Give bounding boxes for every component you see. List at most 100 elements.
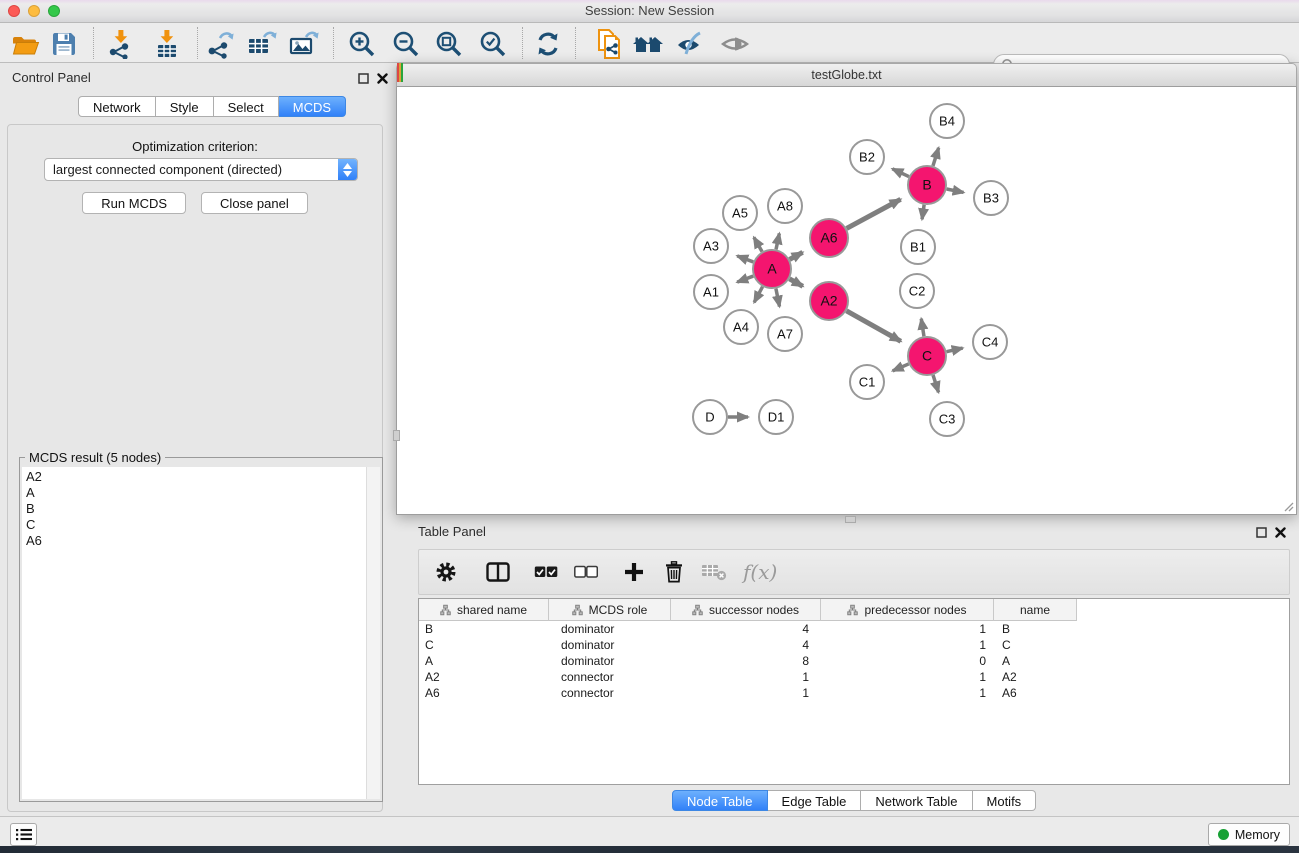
column-header-predecessor-nodes[interactable]: predecessor nodes — [821, 599, 994, 621]
node-table[interactable]: shared nameMCDS rolesuccessor nodesprede… — [418, 598, 1290, 785]
scrollbar[interactable] — [366, 467, 380, 799]
graph-edge-B-B2[interactable] — [892, 169, 909, 177]
table-settings-gear-icon[interactable] — [433, 559, 459, 585]
new-network-from-selection-icon[interactable] — [594, 28, 626, 60]
deselect-all-columns-icon[interactable] — [573, 559, 599, 585]
zoom-in-icon[interactable] — [346, 28, 378, 60]
graph-node-B2[interactable]: B2 — [850, 140, 884, 174]
graph-edge-A-A5[interactable] — [754, 237, 762, 251]
graph-edge-A-A6[interactable] — [790, 252, 803, 259]
tab-edge-table[interactable]: Edge Table — [768, 790, 862, 811]
splitter-handle[interactable] — [845, 516, 856, 523]
tab-node-table[interactable]: Node Table — [672, 790, 768, 811]
table-row[interactable]: Bdominator41B — [419, 621, 1289, 637]
graph-node-A7[interactable]: A7 — [768, 317, 802, 351]
save-session-icon[interactable] — [48, 28, 80, 60]
graph-edge-A-A8[interactable] — [776, 233, 779, 249]
graph-node-A5[interactable]: A5 — [723, 196, 757, 230]
graph-node-C4[interactable]: C4 — [973, 325, 1007, 359]
graph-node-C1[interactable]: C1 — [850, 365, 884, 399]
float-panel-icon[interactable] — [358, 73, 369, 84]
graph-node-D[interactable]: D — [693, 400, 727, 434]
graph-edge-A2-C[interactable] — [846, 311, 900, 342]
graph-node-D1[interactable]: D1 — [759, 400, 793, 434]
memory-button[interactable]: Memory — [1208, 823, 1290, 846]
tab-select[interactable]: Select — [214, 96, 279, 117]
graph-node-B4[interactable]: B4 — [930, 104, 964, 138]
zoom-out-icon[interactable] — [390, 28, 422, 60]
list-item[interactable]: A — [22, 485, 380, 501]
splitter-handle[interactable] — [393, 430, 400, 441]
column-header-shared-name[interactable]: shared name — [419, 599, 549, 621]
graph-node-A[interactable]: A — [753, 250, 791, 288]
visual-properties-icon[interactable] — [674, 28, 706, 60]
graph-edge-A-A3[interactable] — [737, 256, 753, 262]
graph-edge-C-C4[interactable] — [947, 348, 963, 352]
optimization-criterion-select[interactable]: largest connected component (directed) — [44, 158, 358, 181]
graph-edge-A-A7[interactable] — [776, 289, 780, 307]
graph-edge-C-C2[interactable] — [921, 319, 924, 337]
graph-edge-A-A1[interactable] — [737, 276, 753, 282]
refresh-icon[interactable] — [532, 28, 564, 60]
graph-node-A3[interactable]: A3 — [694, 229, 728, 263]
graph-node-C[interactable]: C — [908, 337, 946, 375]
list-item[interactable]: B — [22, 501, 380, 517]
network-window-titlebar[interactable]: testGlobe.txt — [396, 63, 1297, 87]
zoom-fit-icon[interactable] — [433, 28, 465, 60]
list-item[interactable]: A2 — [22, 469, 380, 485]
home-nested-networks-icon[interactable] — [632, 28, 664, 60]
graph-edge-B-B3[interactable] — [947, 189, 964, 192]
graph-edge-A-A2[interactable] — [789, 279, 802, 287]
column-header-successor-nodes[interactable]: successor nodes — [671, 599, 821, 621]
tab-network[interactable]: Network — [78, 96, 156, 117]
tab-motifs[interactable]: Motifs — [973, 790, 1037, 811]
graph-edge-C-C1[interactable] — [893, 364, 909, 371]
network-canvas[interactable]: AA1A2A3A4A5A6A7A8BB1B2B3B4CC1C2C3C4DD1 — [396, 87, 1297, 515]
graph-node-C2[interactable]: C2 — [900, 274, 934, 308]
export-image-icon[interactable] — [288, 28, 320, 60]
column-header-MCDS-role[interactable]: MCDS role — [549, 599, 671, 621]
show-hide-icon[interactable] — [719, 28, 751, 60]
table-row[interactable]: A6connector11A6 — [419, 685, 1289, 701]
network-graph[interactable]: AA1A2A3A4A5A6A7A8BB1B2B3B4CC1C2C3C4DD1 — [397, 87, 1296, 513]
tab-mcds[interactable]: MCDS — [279, 96, 346, 117]
column-header-name[interactable]: name — [994, 599, 1077, 621]
graph-edge-A-A4[interactable] — [754, 287, 762, 303]
list-item[interactable]: C — [22, 517, 380, 533]
show-column-panel-icon[interactable] — [485, 559, 511, 585]
graph-node-C3[interactable]: C3 — [930, 402, 964, 436]
resize-grip-icon[interactable] — [1282, 500, 1294, 512]
graph-node-A1[interactable]: A1 — [694, 275, 728, 309]
graph-node-B[interactable]: B — [908, 166, 946, 204]
delete-column-trash-icon[interactable] — [661, 559, 687, 585]
mcds-result-list[interactable]: A2ABCA6 — [22, 467, 380, 799]
graph-edge-B-B4[interactable] — [933, 148, 939, 166]
import-table-icon[interactable] — [151, 28, 183, 60]
zoom-selected-icon[interactable] — [477, 28, 509, 60]
graph-edge-A6-B[interactable] — [847, 199, 901, 228]
export-network-icon[interactable] — [204, 28, 236, 60]
graph-edge-B-B1[interactable] — [922, 205, 924, 219]
task-history-button[interactable] — [10, 823, 37, 846]
open-session-icon[interactable] — [10, 28, 42, 60]
table-row[interactable]: A2connector11A2 — [419, 669, 1289, 685]
select-all-columns-icon[interactable] — [533, 559, 559, 585]
close-panel-icon[interactable] — [377, 73, 388, 84]
close-panel-icon[interactable] — [1275, 527, 1286, 538]
export-table-icon[interactable] — [246, 28, 278, 60]
delete-table-icon[interactable] — [701, 559, 727, 585]
run-mcds-button[interactable]: Run MCDS — [82, 192, 186, 214]
graph-node-A4[interactable]: A4 — [724, 310, 758, 344]
close-panel-button[interactable]: Close panel — [201, 192, 308, 214]
list-item[interactable]: A6 — [22, 533, 380, 549]
import-network-icon[interactable] — [104, 28, 136, 60]
graph-node-B3[interactable]: B3 — [974, 181, 1008, 215]
graph-node-B1[interactable]: B1 — [901, 230, 935, 264]
table-row[interactable]: Cdominator41C — [419, 637, 1289, 653]
graph-node-A8[interactable]: A8 — [768, 189, 802, 223]
create-column-plus-icon[interactable] — [621, 559, 647, 585]
function-builder-fx-icon[interactable]: f(x) — [743, 560, 777, 584]
tab-style[interactable]: Style — [156, 96, 214, 117]
graph-node-A2[interactable]: A2 — [810, 282, 848, 320]
graph-edge-C-C3[interactable] — [933, 375, 938, 392]
